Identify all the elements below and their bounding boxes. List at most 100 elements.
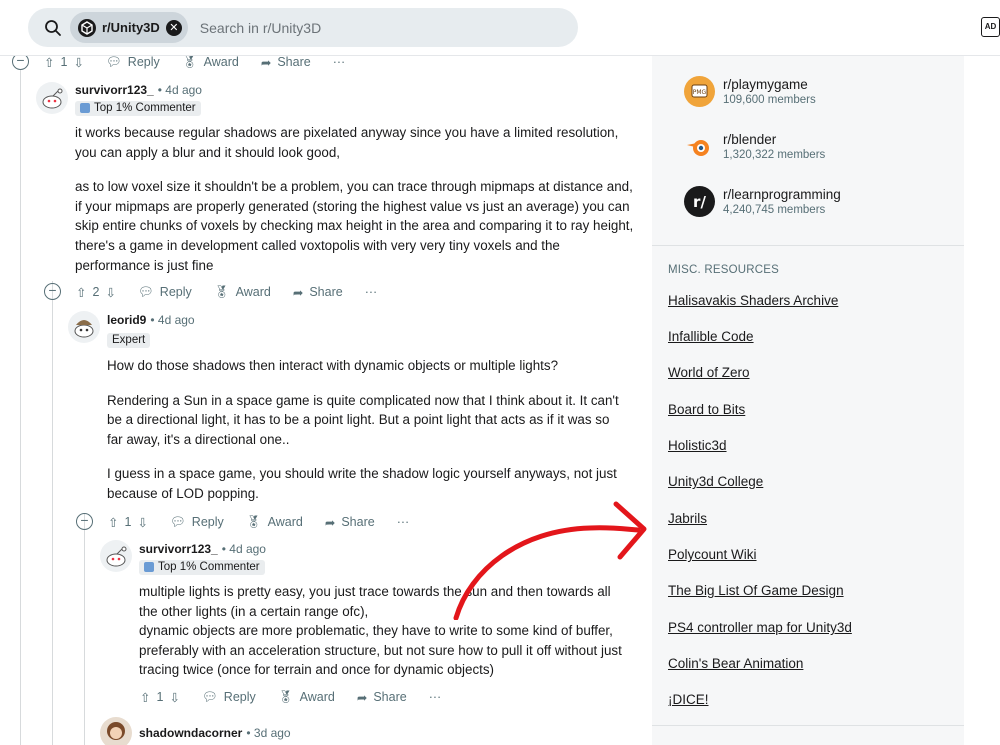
flair-label: Expert — [112, 334, 146, 346]
award-button[interactable]: 🏅︎ Award — [214, 285, 271, 300]
subreddit-chip[interactable]: r/Unity3D ✕ — [70, 12, 188, 43]
svg-text:r/: r/ — [693, 193, 706, 211]
award-label: Award — [299, 690, 335, 704]
author-name[interactable]: survivorr123_ — [75, 83, 154, 97]
resource-link[interactable]: Holistic3d — [668, 438, 727, 453]
community-name: r/playmygame — [723, 77, 808, 92]
reply-button[interactable]: 💬︎ Reply — [170, 515, 224, 530]
flair-label: Top 1% Commenter — [158, 561, 260, 573]
divider — [652, 245, 964, 246]
award-label: Award — [235, 285, 271, 299]
comment: leorid9 • 4d ago Expert How do those sha… — [107, 311, 627, 504]
avatar[interactable] — [68, 311, 100, 343]
comment-paragraph: it works because regular shadows are pix… — [75, 125, 619, 160]
community-members: 1,320,322 members — [723, 149, 826, 161]
timestamp-text: 3d ago — [253, 726, 291, 740]
user-flair: Top 1% Commenter — [75, 100, 201, 116]
thread-line — [20, 70, 21, 745]
reply-button[interactable]: 💬︎ Reply — [106, 56, 160, 70]
avatar[interactable] — [100, 540, 132, 572]
upvote-icon[interactable]: ⇧ — [76, 285, 86, 300]
timestamp-text: 4d ago — [229, 542, 266, 556]
more-options-button[interactable]: ··· — [429, 690, 442, 704]
resource-link[interactable]: Polycount Wiki — [668, 547, 757, 562]
comment-header: survivorr123_ • 4d ago — [75, 81, 635, 99]
collapse-button[interactable]: − — [44, 283, 61, 300]
search-bar[interactable]: r/Unity3D ✕ Search in r/Unity3D — [28, 8, 578, 47]
author-name[interactable]: leorid9 — [107, 313, 146, 327]
resource-link[interactable]: Infallible Code — [668, 329, 754, 344]
author-name[interactable]: survivorr123_ — [139, 542, 218, 556]
community-members: 4,240,745 members — [723, 204, 826, 216]
resource-link[interactable]: Colin's Bear Animation — [668, 656, 803, 671]
resource-link[interactable]: Unity3d College — [668, 474, 763, 489]
award-icon: 🏅︎ — [181, 56, 198, 69]
resource-link[interactable]: PS4 controller map for Unity3d — [668, 620, 852, 635]
unity-icon — [78, 18, 96, 37]
reply-icon: 💬︎ — [201, 689, 218, 704]
share-label: Share — [277, 56, 311, 69]
share-button[interactable]: ➦ Share — [261, 56, 311, 70]
timestamp-text: 4d ago — [165, 83, 202, 97]
timestamp: • 4d ago — [150, 313, 195, 327]
collapse-button[interactable]: − — [76, 513, 93, 530]
comment-header: leorid9 • 4d ago — [107, 311, 627, 329]
collapse-button[interactable]: − — [12, 56, 29, 70]
svg-text:PMG: PMG — [693, 89, 707, 96]
thread-line — [84, 513, 85, 745]
comment-actions: ⇧ 1 ⇩ 💬︎ Reply 🏅︎ Award ➦ Share ··· — [108, 512, 431, 532]
more-icon: ··· — [332, 56, 346, 69]
more-icon: ··· — [428, 690, 442, 704]
resource-link[interactable]: Halisavakis Shaders Archive — [668, 293, 838, 308]
award-button[interactable]: 🏅︎ Award — [278, 690, 335, 705]
ad-icon[interactable]: AD — [981, 17, 1000, 37]
award-icon: 🏅︎ — [277, 689, 294, 704]
search-input[interactable]: Search in r/Unity3D — [200, 20, 321, 36]
resource-link[interactable]: Jabrils — [668, 511, 707, 526]
comment-paragraph: I guess in a space game, you should writ… — [107, 466, 617, 501]
downvote-icon[interactable]: ⇩ — [137, 515, 147, 530]
comment-body: it works because regular shadows are pix… — [75, 123, 635, 275]
award-button[interactable]: 🏅︎ Award — [246, 515, 303, 530]
learnprogramming-icon: r/ — [684, 186, 715, 217]
avatar[interactable] — [100, 717, 132, 745]
resource-link[interactable]: World of Zero — [668, 365, 750, 380]
community-item[interactable]: r/blender 1,320,322 members — [684, 131, 825, 162]
community-name: r/learnprogramming — [723, 187, 841, 202]
award-icon: 🏅︎ — [213, 284, 230, 299]
community-item[interactable]: PMG r/playmygame 109,600 members — [684, 76, 816, 107]
upvote-icon[interactable]: ⇧ — [108, 515, 118, 530]
resource-link[interactable]: ¡DICE! — [668, 692, 709, 707]
downvote-icon[interactable]: ⇩ — [105, 285, 115, 300]
misc-resources-heading: MISC. RESOURCES — [668, 264, 779, 276]
award-button[interactable]: 🏅︎ Award — [182, 56, 239, 70]
upvote-icon[interactable]: ⇧ — [140, 690, 150, 705]
close-icon[interactable]: ✕ — [165, 19, 182, 36]
resource-link[interactable]: The Big List Of Game Design — [668, 583, 844, 598]
downvote-icon[interactable]: ⇩ — [73, 56, 83, 70]
author-name[interactable]: shadowndacorner — [139, 726, 242, 740]
timestamp: • 4d ago — [157, 83, 202, 97]
more-options-button[interactable]: ··· — [333, 56, 346, 69]
comment: survivorr123_ • 4d ago Top 1% Commenter … — [75, 81, 635, 275]
more-options-button[interactable]: ··· — [365, 285, 378, 299]
community-item[interactable]: r/ r/learnprogramming 4,240,745 members — [684, 186, 841, 217]
community-members: 109,600 members — [723, 94, 816, 106]
reply-button[interactable]: 💬︎ Reply — [138, 285, 192, 300]
upvote-icon[interactable]: ⇧ — [44, 56, 54, 70]
award-label: Award — [203, 56, 239, 69]
downvote-icon[interactable]: ⇩ — [169, 690, 179, 705]
share-button[interactable]: ➦ Share — [293, 285, 343, 300]
share-label: Share — [309, 285, 343, 299]
share-button[interactable]: ➦ Share — [325, 515, 375, 530]
vote-count: 1 — [60, 56, 68, 69]
flair-badge-icon — [144, 562, 154, 572]
more-options-button[interactable]: ··· — [397, 515, 410, 529]
resource-link[interactable]: Board to Bits — [668, 402, 745, 417]
user-flair: Expert — [107, 332, 151, 348]
comment-header: shadowndacorner • 3d ago — [139, 724, 291, 742]
share-button[interactable]: ➦ Share — [357, 690, 407, 705]
search-icon — [44, 19, 62, 37]
reply-button[interactable]: 💬︎ Reply — [202, 690, 256, 705]
avatar[interactable] — [36, 82, 68, 114]
